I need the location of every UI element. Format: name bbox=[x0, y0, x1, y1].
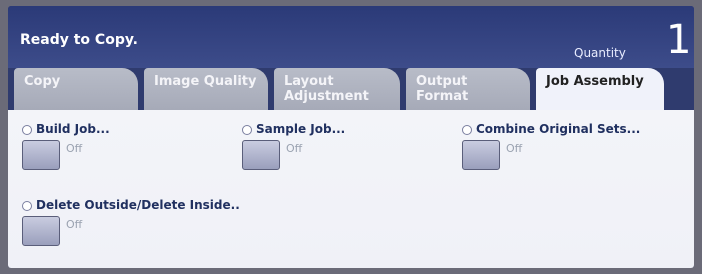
tab-label: Copy bbox=[24, 74, 61, 89]
status-text: Ready to Copy. bbox=[20, 32, 139, 48]
sample-job-button[interactable] bbox=[242, 140, 280, 170]
status-header: Ready to Copy. Quantity 1 bbox=[8, 6, 694, 68]
tab-bar: Copy Image Quality Layout Adjustment Out… bbox=[8, 68, 694, 114]
tab-label-line2: Adjustment bbox=[284, 89, 369, 104]
option-label: Combine Original Sets... bbox=[476, 122, 641, 136]
build-job-button[interactable] bbox=[22, 140, 60, 170]
tab-output-format[interactable]: Output Format bbox=[406, 68, 530, 110]
quantity-value[interactable]: 1 bbox=[666, 20, 691, 60]
option-combine-original-sets: Combine Original Sets... bbox=[462, 122, 640, 136]
tab-image-quality[interactable]: Image Quality bbox=[144, 68, 268, 110]
delete-outside-inside-button[interactable] bbox=[22, 216, 60, 246]
option-label: Build Job... bbox=[36, 122, 110, 136]
option-label: Sample Job... bbox=[256, 122, 346, 136]
build-job-value: Off bbox=[66, 142, 83, 155]
option-build-job: Build Job... bbox=[22, 122, 110, 136]
option-sample-job: Sample Job... bbox=[242, 122, 345, 136]
radio-bullet-icon bbox=[22, 124, 32, 135]
option-delete-outside-inside: Delete Outside/Delete Inside.. bbox=[22, 198, 240, 212]
job-assembly-panel: Build Job... Off Sample Job... Off Combi… bbox=[8, 110, 694, 268]
tab-label-line1: Layout bbox=[284, 74, 334, 89]
radio-bullet-icon bbox=[242, 124, 252, 135]
tab-job-assembly[interactable]: Job Assembly bbox=[536, 68, 664, 114]
radio-bullet-icon bbox=[22, 200, 32, 211]
tab-copy[interactable]: Copy bbox=[14, 68, 138, 110]
tab-layout-adjustment[interactable]: Layout Adjustment bbox=[274, 68, 400, 110]
tab-label: Output Format bbox=[416, 74, 469, 104]
sample-job-value: Off bbox=[286, 142, 303, 155]
option-label: Delete Outside/Delete Inside.. bbox=[36, 198, 240, 212]
combine-original-sets-value: Off bbox=[506, 142, 523, 155]
combine-original-sets-button[interactable] bbox=[462, 140, 500, 170]
quantity-label: Quantity bbox=[574, 46, 626, 60]
tab-label: Job Assembly bbox=[546, 74, 644, 89]
tab-label: Image Quality bbox=[154, 74, 257, 89]
delete-outside-inside-value: Off bbox=[66, 218, 83, 231]
radio-bullet-icon bbox=[462, 124, 472, 135]
touch-screen: Ready to Copy. Quantity 1 Copy Image Qua… bbox=[8, 6, 694, 268]
